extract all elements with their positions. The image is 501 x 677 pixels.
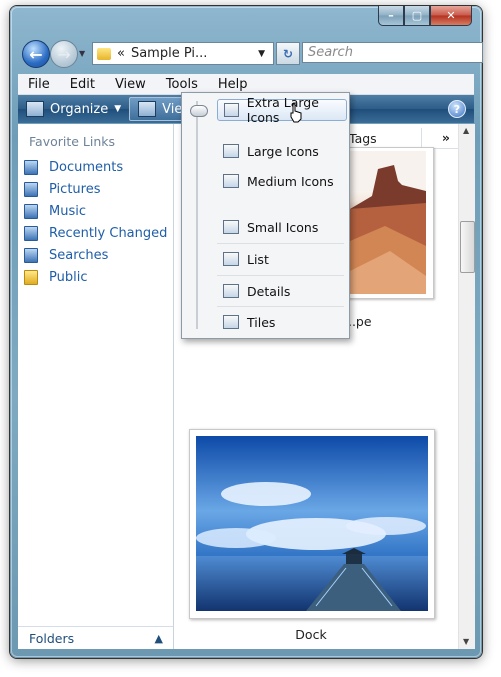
view-option-details[interactable]: Details xyxy=(217,280,345,302)
public-folder-icon xyxy=(24,269,38,285)
music-icon xyxy=(24,203,38,219)
link-label: Pictures xyxy=(49,181,101,197)
thumbnail-dock[interactable] xyxy=(189,429,435,619)
views-dropdown-menu: Extra Large Icons Large Icons Medium Ico… xyxy=(181,92,350,339)
menu-view[interactable]: View xyxy=(105,77,156,92)
scrollbar-thumb[interactable] xyxy=(460,221,475,273)
link-label: Searches xyxy=(49,247,109,263)
mouse-cursor-icon xyxy=(290,103,302,123)
link-pictures[interactable]: Pictures xyxy=(24,178,167,200)
view-option-label: Details xyxy=(247,283,291,299)
favorite-links-heading: Favorite Links xyxy=(29,134,116,149)
folders-toggle[interactable]: Folders ▲ xyxy=(18,626,173,649)
recent-pages-dropdown-icon[interactable]: ▼ xyxy=(79,49,89,59)
link-label: Music xyxy=(49,203,86,219)
view-size-slider-handle[interactable] xyxy=(190,105,208,117)
menu-file[interactable]: File xyxy=(18,77,60,92)
menu-edit[interactable]: Edit xyxy=(60,77,105,92)
chevron-down-icon: ▼ xyxy=(114,104,122,114)
back-button[interactable]: ← xyxy=(22,40,50,68)
menu-separator xyxy=(217,306,344,307)
link-label: Public xyxy=(49,269,88,285)
link-public[interactable]: Public xyxy=(24,266,167,288)
favorite-links-list: Documents Pictures Music Recently Change… xyxy=(24,156,167,288)
details-icon xyxy=(223,284,239,298)
forward-button[interactable]: → xyxy=(50,40,78,68)
landscape-image xyxy=(350,151,426,294)
pictures-icon xyxy=(24,181,38,197)
thumbnail-landscape[interactable] xyxy=(344,147,434,299)
menu-help[interactable]: Help xyxy=(208,77,258,92)
address-dropdown-icon[interactable]: ▼ xyxy=(258,49,265,59)
folder-icon xyxy=(97,47,111,60)
views-icon xyxy=(138,101,157,117)
link-recently-changed[interactable]: Recently Changed xyxy=(24,222,167,244)
more-columns-button[interactable]: » xyxy=(442,130,450,145)
view-option-label: Tiles xyxy=(247,314,276,330)
maximize-button[interactable]: ▢ xyxy=(404,6,430,26)
mesa-illustration xyxy=(350,151,426,294)
scroll-down-icon[interactable]: ▼ xyxy=(463,637,469,646)
view-option-list[interactable]: List xyxy=(217,248,345,270)
menu-tools[interactable]: Tools xyxy=(156,77,208,92)
link-music[interactable]: Music xyxy=(24,200,167,222)
view-option-small-icons[interactable]: Small Icons xyxy=(217,216,345,238)
menu-separator xyxy=(217,243,344,244)
link-label: Recently Changed xyxy=(49,225,168,241)
scroll-up-icon[interactable]: ▲ xyxy=(463,126,469,135)
extra-large-icons-icon xyxy=(224,103,239,117)
view-option-large-icons[interactable]: Large Icons xyxy=(217,140,345,162)
large-icons-icon xyxy=(223,144,239,158)
address-bar[interactable]: « Sample Pi... ▼ xyxy=(92,42,274,65)
searches-icon xyxy=(24,247,38,263)
help-icon[interactable]: ? xyxy=(448,100,466,118)
view-size-slider-track[interactable] xyxy=(196,101,198,329)
view-option-label: Medium Icons xyxy=(247,173,334,189)
refresh-button[interactable]: ↻ xyxy=(276,42,300,65)
link-searches[interactable]: Searches xyxy=(24,244,167,266)
small-icons-icon xyxy=(223,220,239,234)
column-divider xyxy=(421,128,422,148)
organize-label: Organize xyxy=(50,101,109,117)
vertical-scrollbar[interactable]: ▲ ▼ xyxy=(458,124,475,649)
tiles-icon xyxy=(223,315,239,329)
documents-icon xyxy=(24,159,38,175)
chevron-up-icon: ▲ xyxy=(154,631,163,645)
list-icon xyxy=(223,252,239,266)
view-option-extra-large-icons[interactable]: Extra Large Icons xyxy=(217,95,347,125)
organize-icon xyxy=(26,101,44,117)
item-label[interactable]: Dock xyxy=(174,627,448,642)
caption-buttons: – ▢ ✕ xyxy=(378,6,472,26)
menu-separator xyxy=(217,275,344,276)
minimize-button[interactable]: – xyxy=(378,6,404,26)
recently-changed-icon xyxy=(24,225,38,241)
link-label: Documents xyxy=(49,159,124,175)
search-input[interactable]: Search xyxy=(302,42,483,63)
navigation-bar: ← → ▼ « Sample Pi... ▼ ↻ Search xyxy=(18,36,483,72)
view-option-label: Small Icons xyxy=(247,219,319,235)
medium-icons-icon xyxy=(223,174,239,188)
view-option-medium-icons[interactable]: Medium Icons xyxy=(217,170,345,192)
close-button[interactable]: ✕ xyxy=(430,6,472,26)
breadcrumb-overflow[interactable]: « xyxy=(117,46,125,61)
dock-illustration xyxy=(196,436,428,611)
dock-image xyxy=(196,436,428,611)
view-option-label: List xyxy=(247,251,269,267)
organize-button[interactable]: Organize ▼ xyxy=(18,98,129,120)
view-option-tiles[interactable]: Tiles xyxy=(217,311,345,333)
column-tags[interactable]: Tags xyxy=(349,131,377,146)
breadcrumb-folder[interactable]: Sample Pi... xyxy=(131,46,207,61)
link-documents[interactable]: Documents xyxy=(24,156,167,178)
view-option-label: Large Icons xyxy=(247,143,319,159)
folders-label: Folders xyxy=(29,630,75,646)
navigation-pane: Favorite Links Documents Pictures Music … xyxy=(18,124,174,649)
column-header: Tags » xyxy=(339,128,458,149)
